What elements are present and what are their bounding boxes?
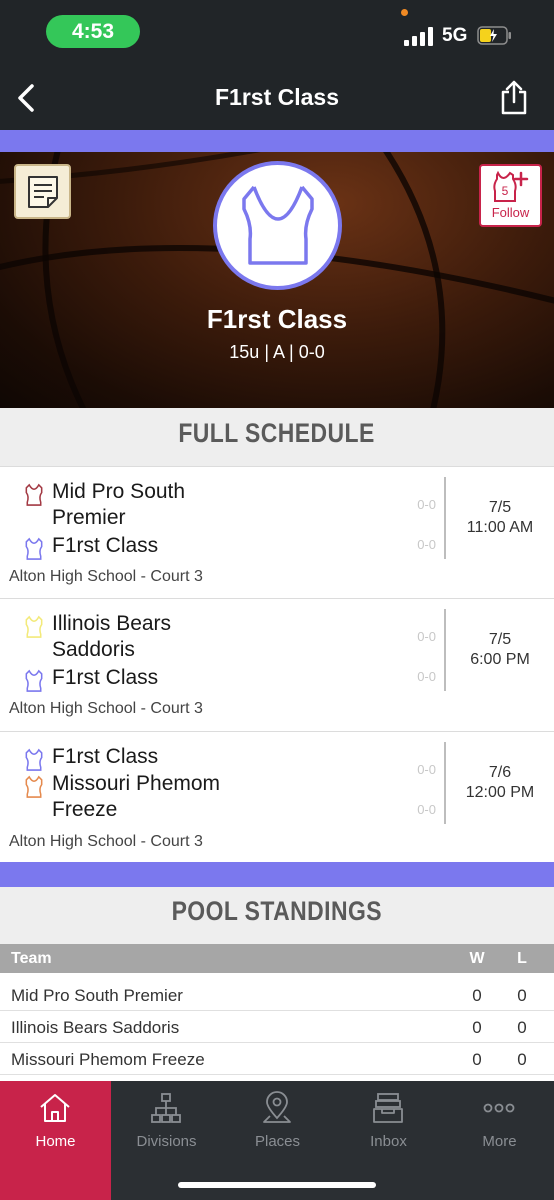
standings-table-header: Team W L <box>0 944 554 973</box>
standings-team: Missouri Phemom Freeze <box>11 1050 205 1069</box>
column-header-losses: L <box>517 950 527 967</box>
tab-label: Places <box>254 1133 301 1150</box>
signal-icon <box>404 26 436 46</box>
svg-text:5: 5 <box>502 184 509 198</box>
game-divider <box>444 609 446 691</box>
column-header-team: Team <box>11 950 52 967</box>
notes-icon <box>27 175 58 208</box>
standings-losses: 0 <box>517 1018 527 1037</box>
game-team-row[interactable]: F1rst Class <box>24 533 424 560</box>
jersey-icon <box>241 185 314 265</box>
standings-team: Mid Pro South Premier <box>11 986 183 1005</box>
game-team-row[interactable]: Mid Pro South Premier <box>24 479 424 533</box>
back-button[interactable] <box>8 76 44 120</box>
jersey-icon <box>25 748 43 771</box>
tab-label: Inbox <box>370 1133 407 1150</box>
tab-home[interactable]: Home <box>0 1081 111 1200</box>
follow-jersey-icon: 5 <box>493 170 529 202</box>
game-time: 11:00 AM <box>466 519 534 536</box>
more-icon <box>483 1103 515 1113</box>
game-card[interactable]: F1rst Class Missouri Phemom Freeze 0-0 0-0 7… <box>0 731 554 864</box>
game-time: 12:00 PM <box>465 784 535 801</box>
game-score: 0-0 <box>417 762 436 777</box>
game-score: 0-0 <box>417 537 436 552</box>
divisions-icon <box>151 1093 181 1123</box>
game-team-row[interactable]: F1rst Class <box>24 665 424 692</box>
standings-row[interactable]: Missouri Phemom Freeze 0 0 <box>0 1043 554 1075</box>
tab-label: More <box>482 1133 517 1150</box>
game-date: 7/5 <box>488 631 512 648</box>
standings-losses: 0 <box>517 1050 527 1069</box>
status-time: 4:53 <box>46 15 140 48</box>
game-team-name: Illinois Bears Saddoris <box>52 612 172 661</box>
inbox-icon <box>373 1093 403 1123</box>
home-indicator <box>178 1182 376 1188</box>
game-card[interactable]: Mid Pro South Premier F1rst Class 0-0 0-0 7/… <box>0 466 554 599</box>
game-card[interactable]: Illinois Bears Saddoris F1rst Class 0-0 0-0… <box>0 598 554 731</box>
standings-row[interactable]: Illinois Bears Saddoris 0 0 <box>0 1011 554 1043</box>
game-team-name: F1rst Class <box>52 534 159 557</box>
game-location: Alton High School - Court 3 <box>9 568 203 585</box>
share-icon <box>501 80 527 115</box>
game-location: Alton High School - Court 3 <box>9 833 203 850</box>
jersey-icon <box>25 669 43 692</box>
share-button[interactable] <box>496 78 532 118</box>
jersey-icon <box>25 615 43 638</box>
battery-icon <box>477 26 511 45</box>
status-bar: 4:53 5G <box>0 0 554 64</box>
screen: 4:53 5G F1rst Class 5 Follow F1rst Class… <box>0 0 554 1200</box>
team-subtitle: 15u | A | 0-0 <box>229 342 325 362</box>
accent-bar <box>0 862 554 887</box>
nav-bar: F1rst Class <box>0 64 554 130</box>
game-score: 0-0 <box>417 802 436 817</box>
page-title: F1rst Class <box>214 84 339 110</box>
game-location: Alton High School - Court 3 <box>9 700 203 717</box>
tab-label: Home <box>35 1133 76 1150</box>
game-team-row[interactable]: Illinois Bears Saddoris <box>24 611 424 665</box>
game-score: 0-0 <box>417 629 436 644</box>
standings-team: Illinois Bears Saddoris <box>11 1018 180 1037</box>
home-icon <box>40 1094 70 1122</box>
jersey-icon <box>25 483 43 506</box>
game-team-row[interactable]: F1rst Class <box>24 744 424 771</box>
standings-losses: 0 <box>517 986 527 1005</box>
standings-header: POOL STANDINGS <box>0 887 554 944</box>
follow-label: Follow <box>491 205 530 220</box>
network-label: 5G <box>442 25 468 46</box>
game-time: 6:00 PM <box>470 651 530 668</box>
schedule-header: FULL SCHEDULE <box>0 408 554 466</box>
jersey-icon <box>25 537 43 560</box>
game-divider <box>444 742 446 824</box>
tab-label: Divisions <box>136 1133 197 1150</box>
privacy-indicator-icon <box>401 9 408 16</box>
team-hero: 5 Follow F1rst Class 15u | A | 0-0 <box>0 152 554 408</box>
standings-wins: 0 <box>472 986 482 1005</box>
game-score: 0-0 <box>417 669 436 684</box>
chevron-left-icon <box>18 84 34 112</box>
game-divider <box>444 477 446 559</box>
jersey-icon <box>25 775 43 798</box>
team-logo <box>213 161 342 290</box>
accent-bar <box>0 130 554 152</box>
game-team-name: F1rst Class <box>52 666 159 689</box>
follow-button[interactable]: 5 Follow <box>479 164 542 227</box>
standings-wins: 0 <box>472 1050 482 1069</box>
standings-row[interactable]: Mid Pro South Premier 0 0 <box>0 979 554 1011</box>
game-date: 7/5 <box>488 499 512 516</box>
game-team-name: F1rst Class <box>52 745 159 768</box>
team-name: F1rst Class <box>206 304 348 334</box>
notes-button[interactable] <box>14 164 71 219</box>
places-icon <box>263 1091 291 1123</box>
standings-wins: 0 <box>472 1018 482 1037</box>
game-team-name: Missouri Phemom Freeze <box>52 772 221 821</box>
game-team-name: Mid Pro South Premier <box>52 480 186 529</box>
game-score: 0-0 <box>417 497 436 512</box>
game-date: 7/6 <box>488 764 512 781</box>
game-team-row[interactable]: Missouri Phemom Freeze <box>24 771 424 825</box>
column-header-wins: W <box>469 950 485 967</box>
tab-more[interactable]: More <box>444 1081 554 1200</box>
